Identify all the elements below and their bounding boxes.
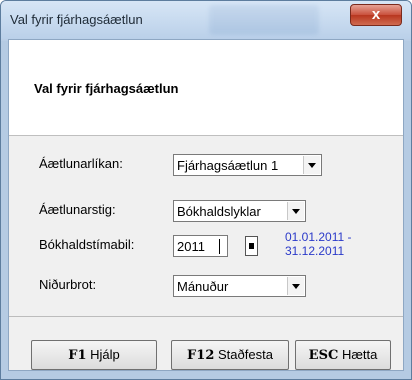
bokhaldstimabil-value: 2011: [177, 239, 205, 254]
chevron-down-icon[interactable]: [303, 156, 320, 174]
aaetlunarstig-dropdown[interactable]: Bókhaldslyklar: [173, 200, 306, 222]
dialog-heading: Val fyrir fjárhagsáætlun: [34, 81, 179, 96]
divider: [9, 316, 403, 317]
nidurbrot-dropdown[interactable]: Mánuður: [173, 275, 306, 297]
confirm-label: Staðfesta: [218, 347, 273, 362]
aaetlunarstig-label: Áætlunarstig:: [39, 202, 116, 217]
cancel-label: Hætta: [341, 347, 378, 362]
aaetlunarlikan-dropdown[interactable]: Fjárhagsáætlun 1: [173, 154, 322, 176]
date-range: 01.01.2011 - 31.12.2011: [285, 230, 352, 258]
chevron-down-icon[interactable]: [287, 202, 304, 220]
bokhaldstimabil-label: Bókhaldstímabil:: [39, 237, 135, 252]
title-bar[interactable]: Val fyrir fjárhagsáætlun x: [1, 1, 411, 39]
window-title: Val fyrir fjárhagsáætlun: [10, 12, 143, 27]
help-label: Hjálp: [90, 347, 120, 362]
aaetlunarlikan-label: Áætlunarlíkan:: [39, 156, 123, 171]
nidurbrot-label: Niðurbrot:: [39, 277, 97, 292]
confirm-button[interactable]: F12 Staðfesta: [171, 340, 289, 370]
confirm-key: F12: [187, 348, 215, 363]
help-key: F1: [68, 348, 87, 363]
date-range-start: 01.01.2011 -: [285, 230, 352, 244]
nidurbrot-value: Mánuður: [177, 279, 229, 294]
background-blur: [209, 5, 319, 35]
chevron-down-icon[interactable]: [287, 277, 304, 295]
aaetlunarstig-value: Bókhaldslyklar: [177, 204, 261, 219]
dialog-window: Val fyrir fjárhagsáætlun x Val fyrir fjá…: [0, 0, 412, 380]
cancel-button[interactable]: ESC Hætta: [295, 340, 391, 370]
dialog-body: Val fyrir fjárhagsáætlun Áætlunarlíkan: …: [8, 39, 404, 371]
close-icon: x: [371, 6, 381, 23]
help-button[interactable]: F1 Hjálp: [31, 340, 157, 370]
aaetlunarlikan-value: Fjárhagsáætlun 1: [177, 158, 279, 173]
close-button[interactable]: x: [350, 4, 402, 26]
date-range-end: 31.12.2011: [285, 244, 345, 258]
cancel-key: ESC: [308, 348, 339, 363]
period-stepper-button[interactable]: [245, 236, 258, 256]
bokhaldstimabil-input[interactable]: 2011: [173, 235, 228, 257]
text-cursor: [219, 239, 220, 254]
dialog-header: Val fyrir fjárhagsáætlun: [9, 40, 403, 136]
